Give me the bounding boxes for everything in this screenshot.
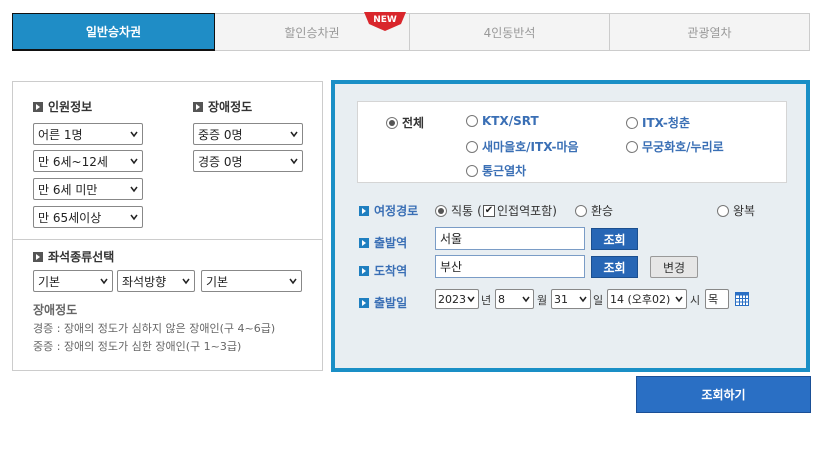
departure-label: 출발역: [359, 234, 407, 251]
disability-note-title: 장애정도: [33, 303, 78, 317]
weekday-field: 목: [705, 289, 729, 309]
arrival-input[interactable]: 부산: [435, 255, 585, 278]
chevron-down-icon: [130, 186, 138, 193]
train-type-saemaeul[interactable]: 새마을호/ITX-마음: [466, 138, 579, 155]
section-divider: [13, 239, 322, 240]
arrow-bullet-icon: [359, 237, 369, 248]
radio-icon: [466, 140, 478, 153]
arrow-bullet-icon: [359, 205, 369, 216]
train-type-all[interactable]: 전체: [386, 114, 424, 131]
seat-direction-select[interactable]: 좌석방향: [117, 270, 195, 292]
tab-label: 관광열차: [687, 25, 732, 40]
departure-date-label: 출발일: [359, 294, 407, 311]
route-label: 여정경로: [359, 202, 418, 219]
radio-icon: [626, 140, 638, 153]
hour-select[interactable]: 14 (오후02): [607, 289, 687, 309]
checkbox-checked-icon: ✔: [483, 204, 495, 217]
chevron-down-icon: [100, 278, 108, 285]
radio-icon: [435, 204, 447, 217]
calendar-icon[interactable]: [735, 292, 749, 306]
search-panel: 전체 KTX/SRT ITX-청춘 새마을호/ITX-마음 무궁화호/누리로 통…: [331, 80, 810, 372]
train-type-box: 전체 KTX/SRT ITX-청춘 새마을호/ITX-마음 무궁화호/누리로 통…: [357, 101, 787, 183]
hour-unit: 시: [690, 294, 701, 307]
search-submit-button[interactable]: 조회하기: [636, 376, 811, 413]
tab-general-ticket[interactable]: 일반승차권: [12, 13, 215, 51]
new-badge-text: NEW: [373, 15, 397, 25]
disability-note-severe: 중증 : 장애의 정도가 심한 장애인(구 1~3급): [33, 340, 242, 353]
route-adjacent-checkbox[interactable]: ✔ 인접역포함 ): [483, 202, 557, 219]
tab-family-seat[interactable]: 4인동반석: [410, 13, 610, 51]
year-unit: 년: [481, 294, 492, 307]
tab-tour-train[interactable]: 관광열차: [610, 13, 810, 51]
chevron-down-icon: [130, 214, 138, 221]
route-roundtrip[interactable]: 왕복: [717, 202, 755, 219]
route-direct[interactable]: 직통 (: [435, 202, 482, 219]
chevron-down-icon: [130, 131, 138, 138]
arrow-bullet-icon: [33, 101, 43, 112]
tab-label: 4인동반석: [483, 25, 536, 40]
severe-disability-select[interactable]: 중증 0명: [193, 123, 303, 145]
arrow-bullet-icon: [193, 101, 203, 112]
month-select[interactable]: 8: [495, 289, 534, 309]
seat-class-select[interactable]: 기본: [33, 270, 113, 292]
arrow-bullet-icon: [359, 297, 369, 308]
chevron-down-icon: [289, 278, 297, 285]
radio-icon: [466, 164, 478, 177]
year-select[interactable]: 2023: [435, 289, 479, 309]
chevron-down-icon: [522, 296, 530, 303]
chevron-down-icon: [467, 296, 475, 303]
chevron-down-icon: [182, 278, 190, 285]
arrival-search-button[interactable]: 조회: [591, 256, 638, 278]
chevron-down-icon: [290, 158, 298, 165]
arrival-label: 도착역: [359, 262, 407, 279]
departure-input[interactable]: 서울: [435, 227, 585, 250]
arrow-bullet-icon: [33, 251, 43, 262]
child-count-select[interactable]: 만 6세~12세: [33, 150, 143, 172]
adult-count-select[interactable]: 어른 1명: [33, 123, 143, 145]
month-unit: 월: [537, 294, 548, 307]
chevron-down-icon: [290, 131, 298, 138]
swap-stations-button[interactable]: 변경: [650, 256, 698, 278]
infant-count-select[interactable]: 만 6세 미만: [33, 178, 143, 200]
radio-icon: [466, 115, 478, 127]
chevron-down-icon: [579, 296, 587, 303]
day-select[interactable]: 31: [551, 289, 591, 309]
train-type-ktx[interactable]: KTX/SRT: [466, 114, 539, 128]
radio-icon: [386, 116, 398, 129]
arrow-bullet-icon: [359, 265, 369, 276]
radio-icon: [626, 116, 638, 129]
chevron-down-icon: [130, 158, 138, 165]
train-type-commuter[interactable]: 통근열차: [466, 162, 526, 179]
day-unit: 일: [593, 294, 604, 307]
disability-note-mild: 경증 : 장애의 정도가 심하지 않은 장애인(구 4~6급): [33, 322, 276, 335]
new-badge: NEW: [364, 12, 406, 31]
mild-disability-select[interactable]: 경증 0명: [193, 150, 303, 172]
radio-icon: [575, 204, 587, 217]
disability-title: 장애정도: [193, 98, 252, 115]
train-type-mugunghwa[interactable]: 무궁화호/누리로: [626, 138, 724, 155]
departure-search-button[interactable]: 조회: [591, 228, 638, 250]
paren-close: ): [552, 203, 557, 218]
paren-open: (: [477, 203, 482, 218]
seat-type-title: 좌석종류선택: [33, 248, 114, 265]
radio-icon: [717, 204, 729, 217]
train-type-itx-cheongchun[interactable]: ITX-청춘: [626, 114, 690, 131]
route-transfer[interactable]: 환승: [575, 202, 613, 219]
senior-count-select[interactable]: 만 65세이상: [33, 206, 143, 228]
ticket-type-tabs: 일반승차권 할인승차권 4인동반석 관광열차: [12, 13, 810, 51]
passenger-panel: 인원정보 장애정도 어른 1명 만 6세~12세 만 6세 미만 만 65세이상…: [12, 81, 323, 371]
seat-detail-select[interactable]: 기본: [201, 270, 302, 292]
tab-label: 할인승차권: [284, 25, 340, 40]
passenger-info-title: 인원정보: [33, 98, 92, 115]
tab-label: 일반승차권: [85, 25, 142, 39]
chevron-down-icon: [675, 296, 683, 303]
